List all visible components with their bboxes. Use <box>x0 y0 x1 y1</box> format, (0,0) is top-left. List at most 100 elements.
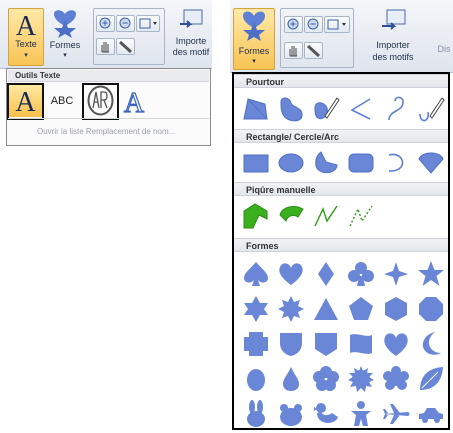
flower-shape[interactable] <box>311 364 341 394</box>
closed-polygon-tool[interactable] <box>241 94 271 124</box>
notched-square-icon <box>244 332 268 356</box>
dis-label[interactable]: Dis <box>434 44 453 54</box>
freehand-closed-icon <box>314 97 340 120</box>
manual-satin-tool[interactable] <box>276 201 306 231</box>
leaf-shape[interactable] <box>416 364 446 394</box>
replace-name-list-link[interactable]: Ouvrir la liste Remplacement de nom... <box>8 118 209 144</box>
hexagon-icon <box>385 297 407 321</box>
crescent-moon-shape[interactable] <box>416 329 446 359</box>
importer-label: Importe <box>175 36 207 46</box>
pie-tool[interactable] <box>311 148 341 178</box>
eight-point-star-shape[interactable] <box>276 294 306 324</box>
zoom-in-button[interactable] <box>96 15 115 32</box>
measure-button[interactable] <box>116 38 135 55</box>
zoom-out-button[interactable] <box>116 15 135 32</box>
octagon-shape[interactable] <box>416 294 446 324</box>
formes-button[interactable]: Formes ▾ <box>46 8 84 64</box>
heart-round-shape[interactable] <box>381 329 411 359</box>
five-point-star-shape[interactable] <box>416 259 446 289</box>
freehand-closed-tool[interactable] <box>311 94 341 124</box>
open-polyline-tool[interactable] <box>346 94 376 124</box>
zoom-out-icon <box>119 17 131 29</box>
rabbit-shape[interactable] <box>241 399 271 428</box>
notched-square-shape[interactable] <box>241 329 271 359</box>
drop-icon <box>283 367 299 391</box>
manual-triple-stitch-tool[interactable] <box>346 201 376 231</box>
importer-button[interactable]: Importer des motifs <box>360 8 426 68</box>
spade-shape[interactable] <box>241 259 271 289</box>
egg-shape[interactable] <box>241 364 271 394</box>
six-point-star-shape[interactable] <box>241 294 271 324</box>
zoom-fit-icon <box>139 18 157 29</box>
text-tools-popup: Outils Texte A ABC A Ouvrir la liste Rem… <box>6 68 211 146</box>
text-a-icon: A <box>16 11 37 42</box>
pentagon-icon <box>349 297 373 320</box>
heart-round-icon <box>384 333 408 356</box>
manual-running-stitch-tool[interactable] <box>311 201 341 231</box>
octagon-icon <box>419 297 443 321</box>
zoom-in-icon <box>287 18 299 30</box>
polygon-outline-icon <box>243 97 269 120</box>
seal-icon <box>348 366 374 392</box>
four-point-star-icon <box>384 262 408 286</box>
triangle-shape[interactable] <box>311 294 341 324</box>
duck-shape[interactable] <box>311 399 341 428</box>
zoom-out-button[interactable] <box>304 16 323 33</box>
hexagon-shape[interactable] <box>381 294 411 324</box>
abc-tool-item[interactable]: ABC <box>45 91 79 111</box>
person-shape[interactable] <box>346 399 376 428</box>
formes-label: Formes <box>238 46 270 56</box>
wave-square-shape[interactable] <box>346 329 376 359</box>
crescent-moon-icon <box>422 332 441 355</box>
chord-tool[interactable] <box>416 148 446 178</box>
import-icon <box>382 9 406 30</box>
car-shape[interactable] <box>416 399 446 428</box>
freehand-open-icon <box>419 97 445 122</box>
shield-icon <box>280 333 302 356</box>
flower-icon <box>313 366 339 391</box>
chevron-down-icon: ▾ <box>24 52 28 59</box>
club-shape[interactable] <box>346 259 376 289</box>
selection-highlight <box>82 83 119 120</box>
ellipse-tool[interactable] <box>276 148 306 178</box>
seal-shape[interactable] <box>346 364 376 394</box>
freehand-open-tool[interactable] <box>416 94 446 124</box>
open-curve-tool[interactable] <box>381 94 411 124</box>
category-pourtour: Pourtour <box>234 74 448 88</box>
drop-shape[interactable] <box>276 364 306 394</box>
outline-a-icon: A <box>123 87 145 119</box>
category-piqure-manuelle: Piqûre manuelle <box>234 182 448 196</box>
pan-button[interactable] <box>96 38 115 55</box>
text-on-path-tool-item[interactable]: A <box>119 84 149 119</box>
arc-tool[interactable] <box>381 148 411 178</box>
diamond-shape[interactable] <box>311 259 341 289</box>
shield-shape[interactable] <box>276 329 306 359</box>
ruler-icon <box>306 44 321 58</box>
heart-icon <box>279 263 303 285</box>
heart-shape[interactable] <box>276 259 306 289</box>
pentagon-shape[interactable] <box>346 294 376 324</box>
four-point-star-shape[interactable] <box>381 259 411 289</box>
zoom-in-button[interactable] <box>284 16 303 33</box>
closed-curve-tool[interactable] <box>276 94 306 124</box>
pan-button[interactable] <box>284 42 303 59</box>
duck-icon <box>314 403 338 423</box>
shapes-icon <box>54 10 76 38</box>
formes-button[interactable]: Formes ▾ <box>233 8 275 70</box>
spade-icon <box>244 262 268 286</box>
shapes-panel: Pourtour Rectangle/ Cercle/Arc Piqûre ma… <box>232 72 450 430</box>
pennant-shape[interactable] <box>311 329 341 359</box>
importer-button[interactable]: Importe des motif <box>170 8 212 64</box>
texte-button[interactable]: A Texte ▾ <box>8 8 44 66</box>
rectangle-tool[interactable] <box>241 148 271 178</box>
zoom-fit-icon <box>327 19 346 30</box>
zoom-fit-button[interactable] <box>324 16 350 33</box>
measure-button[interactable] <box>304 42 323 59</box>
bear-shape[interactable] <box>276 399 306 428</box>
zoom-fit-button[interactable] <box>136 15 160 32</box>
blossom-shape[interactable] <box>381 364 411 394</box>
airplane-shape[interactable] <box>381 399 411 428</box>
rounded-rectangle-icon <box>348 153 374 173</box>
rounded-rectangle-tool[interactable] <box>346 148 376 178</box>
manual-fill-tool[interactable] <box>241 201 271 231</box>
